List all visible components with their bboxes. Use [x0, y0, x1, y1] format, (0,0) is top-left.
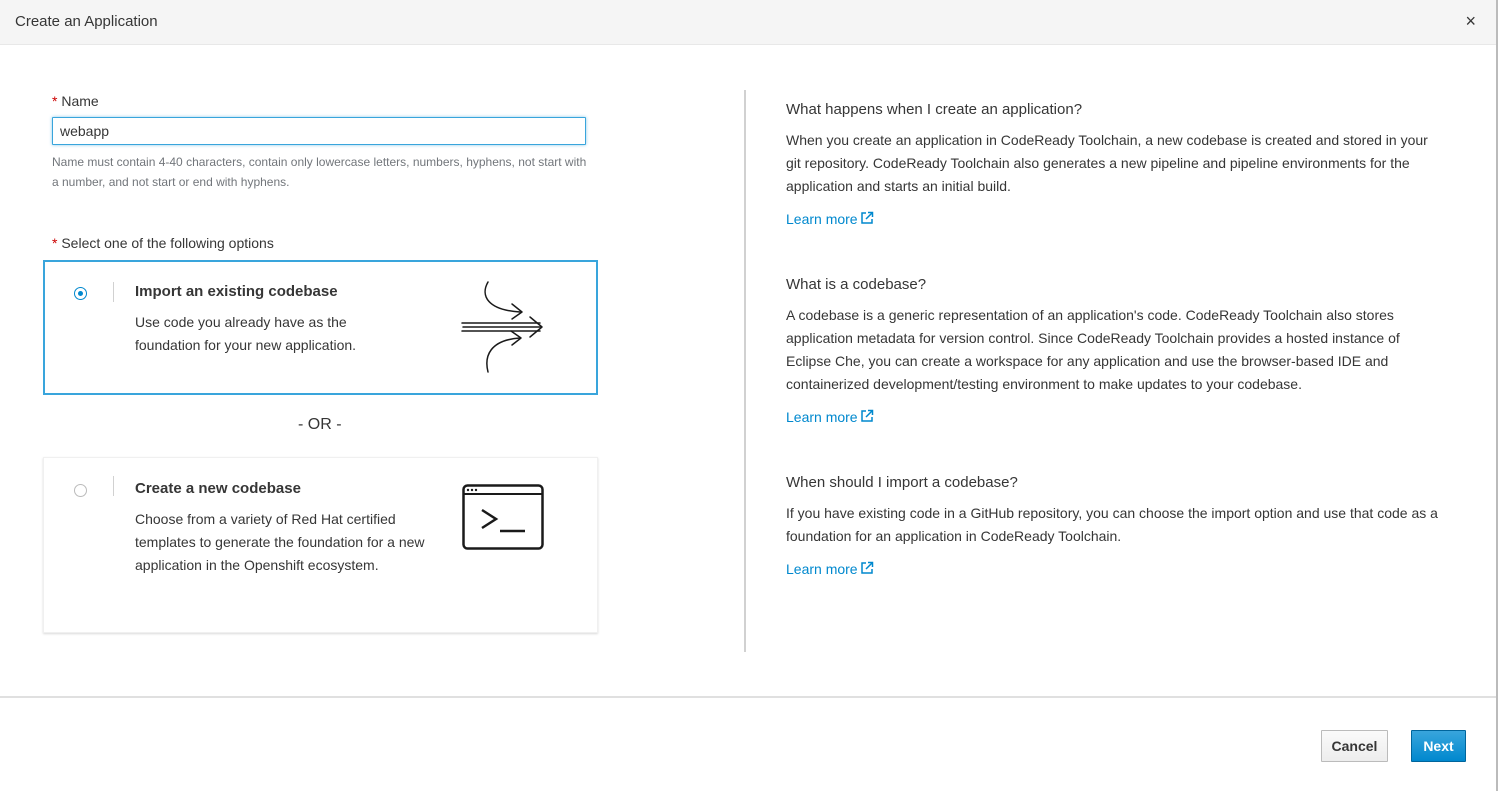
create-codebase-title: Create a new codebase	[135, 480, 301, 497]
info-title-create: What happens when I create an applicatio…	[786, 101, 1083, 118]
or-separator: - OR -	[298, 416, 342, 433]
external-link-icon	[860, 211, 873, 224]
external-link-icon	[860, 561, 873, 574]
create-codebase-description: Choose from a variety of Red Hat certifi…	[135, 511, 425, 573]
merge-arrows-icon	[461, 281, 543, 373]
learn-more-link[interactable]: Learn more	[786, 211, 874, 227]
learn-more-link[interactable]: Learn more	[786, 561, 874, 577]
create-application-modal: Create an Application × * Name Name must…	[0, 0, 1498, 791]
learn-more-label: Learn more	[786, 561, 858, 577]
create-codebase-radio[interactable]	[74, 484, 87, 497]
terminal-icon	[462, 484, 544, 550]
name-label: * Name	[52, 93, 99, 109]
info-text-create: When you create an application in CodeRe…	[786, 132, 1428, 194]
name-label-text: Name	[61, 93, 99, 109]
info-title-import: When should I import a codebase?	[786, 474, 1018, 491]
info-title-codebase: What is a codebase?	[786, 276, 927, 293]
import-codebase-title: Import an existing codebase	[135, 283, 338, 300]
learn-more-label: Learn more	[786, 409, 858, 425]
card-separator	[113, 476, 114, 496]
vertical-divider	[744, 90, 746, 652]
learn-more-link[interactable]: Learn more	[786, 409, 874, 425]
modal-header: Create an Application ×	[0, 0, 1496, 45]
card-separator	[113, 282, 114, 302]
learn-more-label: Learn more	[786, 211, 858, 227]
import-codebase-radio[interactable]	[74, 287, 87, 300]
external-link-icon	[860, 409, 873, 422]
info-text-import: If you have existing code in a GitHub re…	[786, 505, 1438, 544]
required-mark: *	[52, 235, 58, 251]
name-help-text: Name must contain 4-40 characters, conta…	[52, 155, 587, 189]
options-label: * Select one of the following options	[52, 235, 274, 251]
import-codebase-description: Use code you already have as the foundat…	[135, 314, 357, 353]
next-button[interactable]: Next	[1411, 730, 1466, 762]
options-label-text: Select one of the following options	[61, 235, 274, 251]
footer-divider	[0, 696, 1496, 698]
close-icon[interactable]: ×	[1465, 11, 1476, 31]
info-text-codebase: A codebase is a generic representation o…	[786, 307, 1400, 392]
required-mark: *	[52, 93, 58, 109]
modal-title: Create an Application	[15, 13, 158, 30]
cancel-button[interactable]: Cancel	[1321, 730, 1388, 762]
name-input[interactable]	[52, 117, 586, 145]
